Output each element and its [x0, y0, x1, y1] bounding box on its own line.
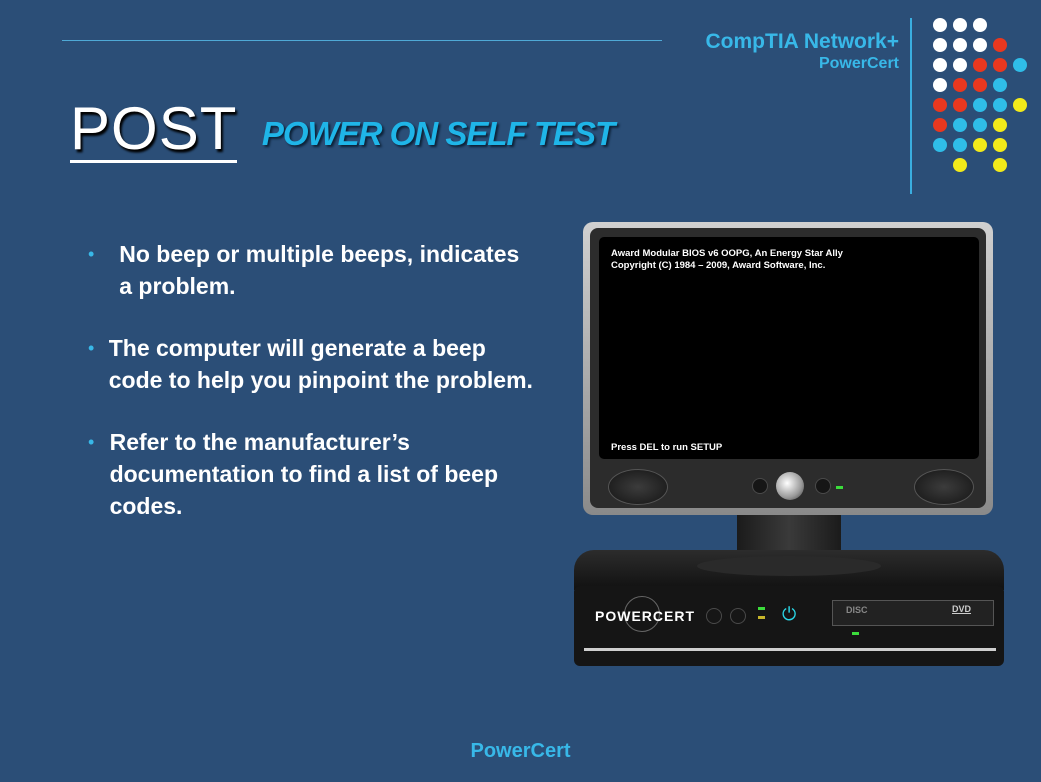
bullet-icon: • [88, 244, 95, 264]
dot [933, 38, 947, 52]
footer-brand: PowerCert [470, 740, 571, 762]
dot [953, 138, 967, 152]
dot [993, 78, 1007, 92]
speaker-left-icon [608, 469, 668, 505]
dot [933, 118, 947, 132]
header-rule [62, 40, 662, 41]
dot [973, 78, 987, 92]
speaker-right-icon [914, 469, 974, 505]
dot [953, 98, 967, 112]
disc-label: DISC [846, 605, 868, 615]
monitor-knob-icon [752, 478, 768, 494]
dot [973, 18, 987, 32]
dot [933, 138, 947, 152]
dot [993, 118, 1007, 132]
dot [973, 58, 987, 72]
dot [993, 158, 1007, 172]
bios-line: Copyright (C) 1984 – 2009, Award Softwar… [611, 260, 826, 271]
dvd-label: DVD [952, 604, 972, 614]
base-knob-icon [706, 608, 722, 624]
monitor-knob-icon [815, 478, 831, 494]
bullet-list: • No beep or multiple beeps, indicates a… [88, 238, 538, 552]
dot [993, 98, 1007, 112]
monitor-power-button [776, 472, 804, 500]
dot [993, 58, 1007, 72]
dot [953, 118, 967, 132]
bios-text: Award Modular BIOS v6 OOPG, An Energy St… [611, 248, 843, 272]
decorative-dot-grid [933, 18, 1033, 178]
title-subtitle: POWER ON SELF TEST [261, 115, 615, 152]
power-icon: ⏻ [782, 604, 797, 624]
bullet-item: • No beep or multiple beeps, indicates a… [88, 238, 538, 302]
bullet-icon: • [88, 432, 95, 452]
dot [973, 138, 987, 152]
monitor-stand-base [697, 556, 881, 576]
bullet-item: • Refer to the manufacturer’s documentat… [88, 426, 538, 522]
dot [953, 78, 967, 92]
dot [953, 38, 967, 52]
led-yellow-icon [758, 616, 765, 619]
title-main: POST [70, 95, 238, 163]
base-knob-icon [730, 608, 746, 624]
header-divider [910, 18, 912, 194]
computer-logo: POWERCERT [595, 608, 695, 624]
dot [1013, 98, 1027, 112]
dot [973, 38, 987, 52]
dot [953, 18, 967, 32]
dot [953, 58, 967, 72]
base-stripe [584, 648, 996, 651]
bullet-item: • The computer will generate a beep code… [88, 332, 538, 396]
bullet-icon: • [88, 338, 95, 358]
brand-title: CompTIA Network+ [705, 30, 900, 53]
dot [993, 138, 1007, 152]
bullet-text: Refer to the manufacturer’s documentatio… [109, 429, 499, 519]
dot [933, 78, 947, 92]
dot [1013, 58, 1027, 72]
dot [973, 98, 987, 112]
brand: CompTIA Network+ PowerCert [706, 30, 900, 74]
dot [933, 18, 947, 32]
bios-prompt: Press DEL to run SETUP [611, 442, 723, 453]
monitor-led-icon [836, 486, 843, 489]
brand-subtitle: PowerCert [818, 55, 899, 72]
dot [993, 38, 1007, 52]
bullet-text: No beep or multiple beeps, indicates a p… [119, 241, 520, 299]
slide-title: POST POWER ON SELF TEST [70, 95, 615, 163]
bullet-text: The computer will generate a beep code t… [108, 335, 533, 393]
dot [933, 58, 947, 72]
dot [953, 158, 967, 172]
dot [973, 118, 987, 132]
drive-led-icon [852, 632, 859, 635]
bios-line: Award Modular BIOS v6 OOPG, An Energy St… [611, 248, 843, 259]
dot [933, 98, 947, 112]
led-green-icon [758, 607, 765, 610]
